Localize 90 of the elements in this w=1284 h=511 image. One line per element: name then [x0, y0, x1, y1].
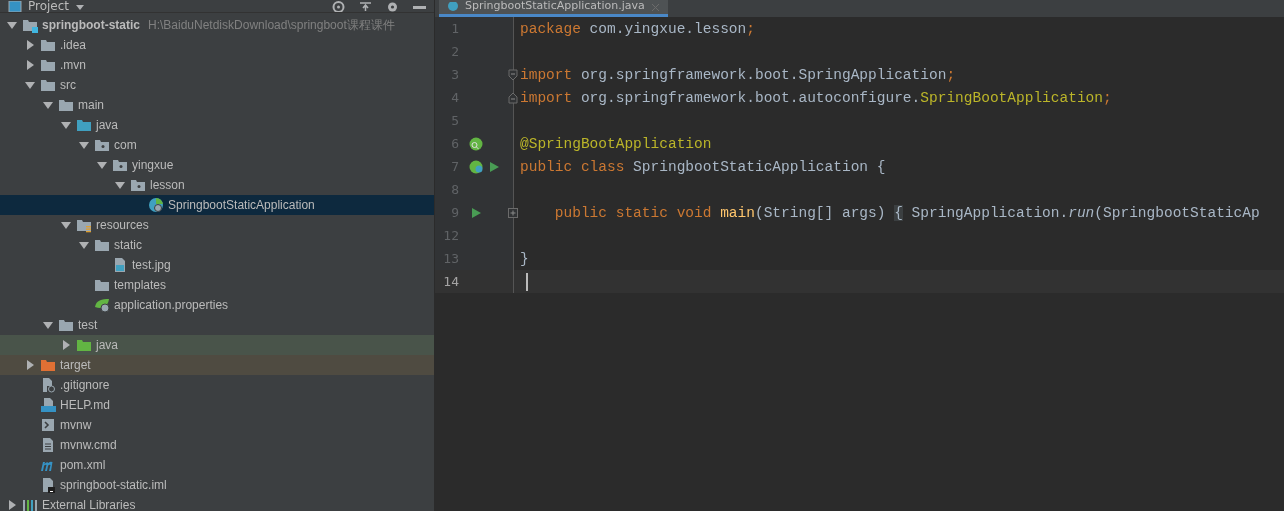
markdown-file-icon	[40, 397, 56, 413]
tree-item[interactable]: .mvn	[0, 55, 434, 75]
tree-item[interactable]: .idea	[0, 35, 434, 55]
image-file-icon	[112, 257, 128, 273]
tree-item[interactable]: templates	[0, 275, 434, 295]
source-folder-icon	[76, 117, 92, 133]
collapse-arrow-icon[interactable]	[60, 339, 72, 351]
spring-search-icon[interactable]	[469, 136, 483, 151]
panel-title[interactable]: Project	[28, 0, 70, 12]
package-icon	[130, 177, 146, 193]
package-icon	[94, 137, 110, 153]
project-window-icon	[8, 1, 22, 12]
tree-item[interactable]: src	[0, 75, 434, 95]
tree-item[interactable]: HELP.md	[0, 395, 434, 415]
tree-item[interactable]: yingxue	[0, 155, 434, 175]
code-line: package com.yingxue.lesson;	[520, 20, 755, 37]
expand-arrow-icon[interactable]	[60, 219, 72, 231]
tree-item[interactable]: test	[0, 315, 434, 335]
tree-item[interactable]: SpringbootStaticApplication	[0, 195, 434, 215]
dropdown-caret-icon[interactable]	[75, 4, 86, 12]
tree-item[interactable]: static	[0, 235, 434, 255]
test-folder-icon	[76, 337, 92, 353]
text-file-icon	[40, 437, 56, 453]
expand-arrow-icon[interactable]	[114, 179, 126, 191]
tree-item[interactable]: java	[0, 335, 434, 355]
code-line: }	[520, 250, 529, 267]
module-folder-icon	[22, 17, 38, 33]
expand-arrow-icon[interactable]	[78, 139, 90, 151]
expand-arrow-icon[interactable]	[42, 319, 54, 331]
minimize-icon[interactable]	[413, 6, 426, 12]
expand-arrow-icon[interactable]	[96, 159, 108, 171]
collapse-arrow-icon[interactable]	[6, 499, 18, 511]
settings-icon[interactable]	[386, 2, 399, 12]
tree-item[interactable]: com	[0, 135, 434, 155]
tree-item[interactable]: .gitignore	[0, 375, 434, 395]
spring-class-icon	[148, 197, 164, 213]
tree-item[interactable]: resources	[0, 215, 434, 235]
tree-item[interactable]: mvnw.cmd	[0, 435, 434, 455]
tree-item[interactable]: test.jpg	[0, 255, 434, 275]
folder-icon	[94, 277, 110, 293]
run-icon[interactable]	[469, 205, 483, 220]
resources-folder-icon	[76, 217, 92, 233]
expand-arrow-icon[interactable]	[6, 19, 18, 31]
folder-icon	[58, 317, 74, 333]
tree-item[interactable]: springboot-static.iml	[0, 475, 434, 495]
module-file-icon	[40, 477, 56, 493]
code-line: import org.springframework.boot.SpringApplication;	[520, 66, 956, 83]
fold-end-icon[interactable]	[508, 91, 518, 104]
tree-item[interactable]: External Libraries	[0, 495, 434, 511]
project-path: H:\BaiduNetdiskDownload\springboot课程课件	[148, 16, 395, 34]
collapse-arrow-icon[interactable]	[24, 359, 36, 371]
code-line: public static void main(String[] args) { SpringApplication.run(SpringbootStaticAp	[553, 204, 1260, 221]
fold-start-icon[interactable]	[508, 68, 518, 81]
tree-item[interactable]: target	[0, 355, 434, 375]
expand-arrow-icon[interactable]	[60, 119, 72, 131]
spring-class-icon	[447, 2, 459, 12]
expand-arrow-icon[interactable]	[78, 239, 90, 251]
tree-item[interactable]: springboot-static H:\BaiduNetdiskDownload\springboot课程课件	[0, 15, 434, 35]
libraries-icon	[22, 497, 38, 511]
tree-item[interactable]: application.properties	[0, 295, 434, 315]
package-icon	[112, 157, 128, 173]
editor-tab[interactable]: SpringbootStaticApplication.java	[439, 0, 668, 17]
expand-fold-icon[interactable]	[508, 207, 518, 218]
tree-item[interactable]: mvnw	[0, 415, 434, 435]
folder-icon	[58, 97, 74, 113]
code-line: public class SpringbootStaticApplication {	[520, 158, 886, 175]
collapse-all-icon[interactable]	[359, 2, 372, 12]
tree-item[interactable]: java	[0, 115, 434, 135]
collapse-arrow-icon[interactable]	[24, 39, 36, 51]
spring-bean-icon[interactable]	[469, 159, 485, 174]
code-line: import org.springframework.boot.autoconfigure.SpringBootApplication;	[520, 89, 1112, 106]
locate-icon[interactable]	[332, 1, 345, 12]
expand-arrow-icon[interactable]	[42, 99, 54, 111]
folder-icon	[40, 37, 56, 53]
ignore-file-icon	[40, 377, 56, 393]
excluded-folder-icon	[40, 357, 56, 373]
run-icon[interactable]	[487, 159, 501, 174]
text-caret	[526, 272, 528, 291]
spring-config-icon	[94, 297, 110, 313]
tree-item[interactable]: pom.xml	[0, 455, 434, 475]
folder-icon	[40, 77, 56, 93]
terminal-file-icon	[40, 417, 56, 433]
folder-icon	[94, 237, 110, 253]
folder-icon	[40, 57, 56, 73]
tree-item[interactable]: lesson	[0, 175, 434, 195]
line-number: 14	[442, 274, 459, 289]
collapse-arrow-icon[interactable]	[24, 59, 36, 71]
tree-item[interactable]: main	[0, 95, 434, 115]
expand-arrow-icon[interactable]	[24, 79, 36, 91]
code-line: @SpringBootApplication	[520, 135, 712, 152]
